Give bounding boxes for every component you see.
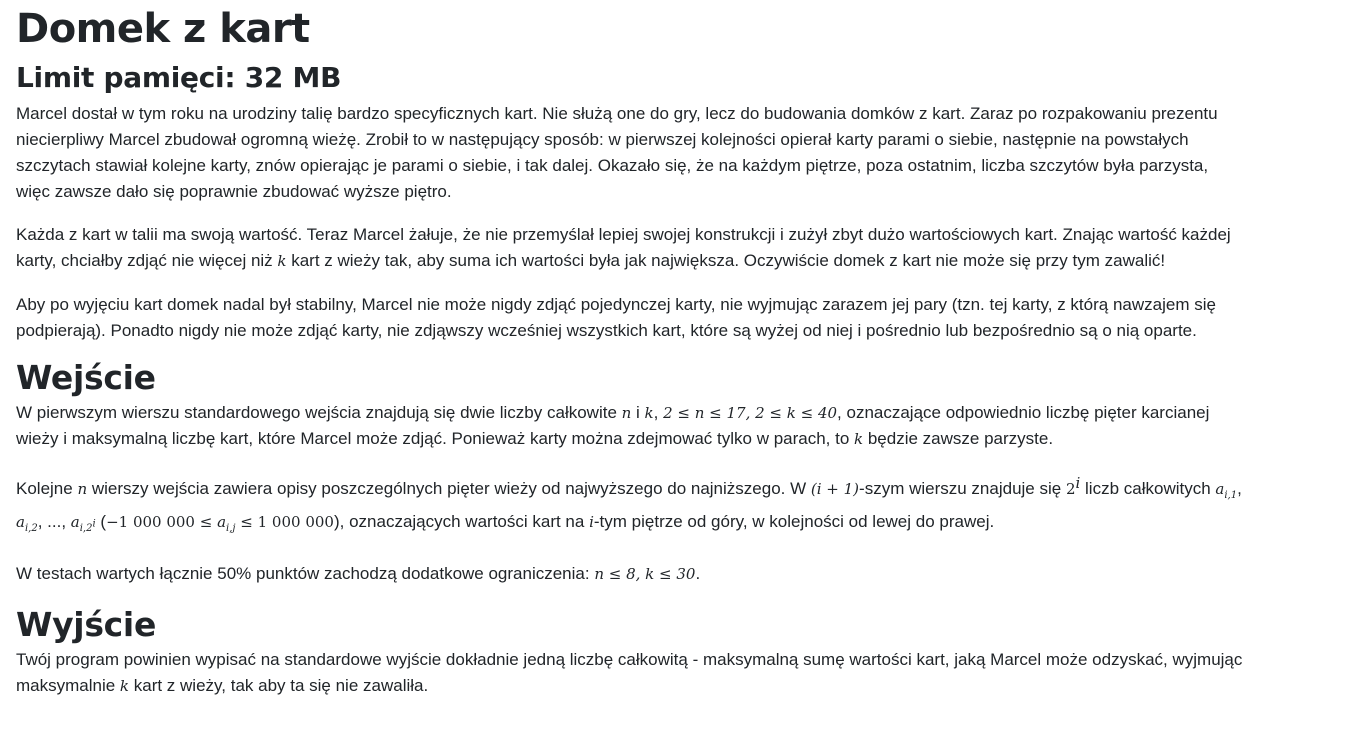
text: kart z wieży, tak aby ta się nie zawalił… [129, 676, 429, 695]
text: , ..., [37, 512, 71, 531]
text: W pierwszym wierszu standardowego wejści… [16, 403, 622, 422]
math-range-hi: ≤ 1 000 000 [235, 513, 334, 531]
math-var: a [16, 513, 25, 531]
intro-paragraph: Marcel dostał w tym roku na urodziny tal… [16, 104, 1218, 201]
problem-title: Domek z kart [16, 6, 310, 52]
math-sub: i,j [226, 523, 236, 534]
input-paragraph-3: W testach wartych łącznie 50% punktów za… [16, 561, 1246, 587]
math-a-i2: ai,2 [16, 513, 38, 534]
text: -szym wierszu znajduje się [859, 479, 1066, 498]
math-k: k [119, 677, 130, 695]
text: , [653, 403, 664, 422]
math-k: k [644, 404, 654, 422]
text: . [695, 564, 701, 583]
text: i [631, 403, 645, 422]
text: ), oznaczających wartości kart na [333, 512, 590, 531]
math-constraint: n ≤ 8, k ≤ 30 [594, 565, 696, 583]
math-a-ij: ai,j [217, 513, 236, 534]
math-n: n [77, 480, 88, 498]
math-var: a [217, 513, 227, 531]
text: ( [95, 512, 107, 531]
output-paragraph: Twój program powinien wypisać na standar… [16, 647, 1246, 699]
input-heading: Wejście [16, 358, 156, 397]
text: będzie zawsze parzyste. [863, 429, 1054, 448]
input-paragraph-2: Kolejne n wierszy wejścia zawiera opisy … [16, 470, 1246, 542]
math-sub: i,2i [79, 519, 96, 534]
math-constraint: 2 ≤ n ≤ 17, 2 ≤ k ≤ 40 [663, 404, 838, 422]
problem-statement: Domek z kart Limit pamięci: 32 MB Marcel… [0, 0, 1246, 699]
math-range-lo: −1 000 000 ≤ [106, 513, 218, 531]
math-sub: i,2 [24, 523, 38, 534]
math-var: a [70, 513, 80, 531]
value-text-2: kart z wieży tak, aby suma ich wartości … [286, 251, 1166, 270]
math-k: k [854, 430, 864, 448]
math-a-i1: ai,1 [1215, 480, 1238, 501]
text: -tym piętrze od góry, w kolejności od le… [593, 512, 995, 531]
text: Kolejne [16, 479, 78, 498]
output-heading: Wyjście [16, 605, 157, 644]
math-a-i2i: ai,2i [70, 513, 96, 534]
text: liczb całkowitych [1080, 479, 1216, 498]
math-count: 2i [1066, 474, 1080, 498]
stability-paragraph: Aby po wyjęciu kart domek nadal był stab… [16, 295, 1216, 340]
memory-limit: Limit pamięci: 32 MB [16, 61, 342, 94]
math-n: n [621, 404, 632, 422]
math-row-index: (i + 1) [810, 480, 860, 498]
math-sub-text: i,2 [79, 523, 93, 534]
math-sub: i,1 [1224, 490, 1238, 501]
text: , [1237, 479, 1242, 498]
text: W testach wartych łącznie 50% punktów za… [16, 564, 595, 583]
input-paragraph-1: W pierwszym wierszu standardowego wejści… [16, 400, 1246, 452]
value-paragraph: Każda z kart w talii ma swoją wartość. T… [16, 222, 1246, 274]
text: wierszy wejścia zawiera opisy poszczegól… [87, 479, 811, 498]
math-k: k [277, 252, 287, 270]
